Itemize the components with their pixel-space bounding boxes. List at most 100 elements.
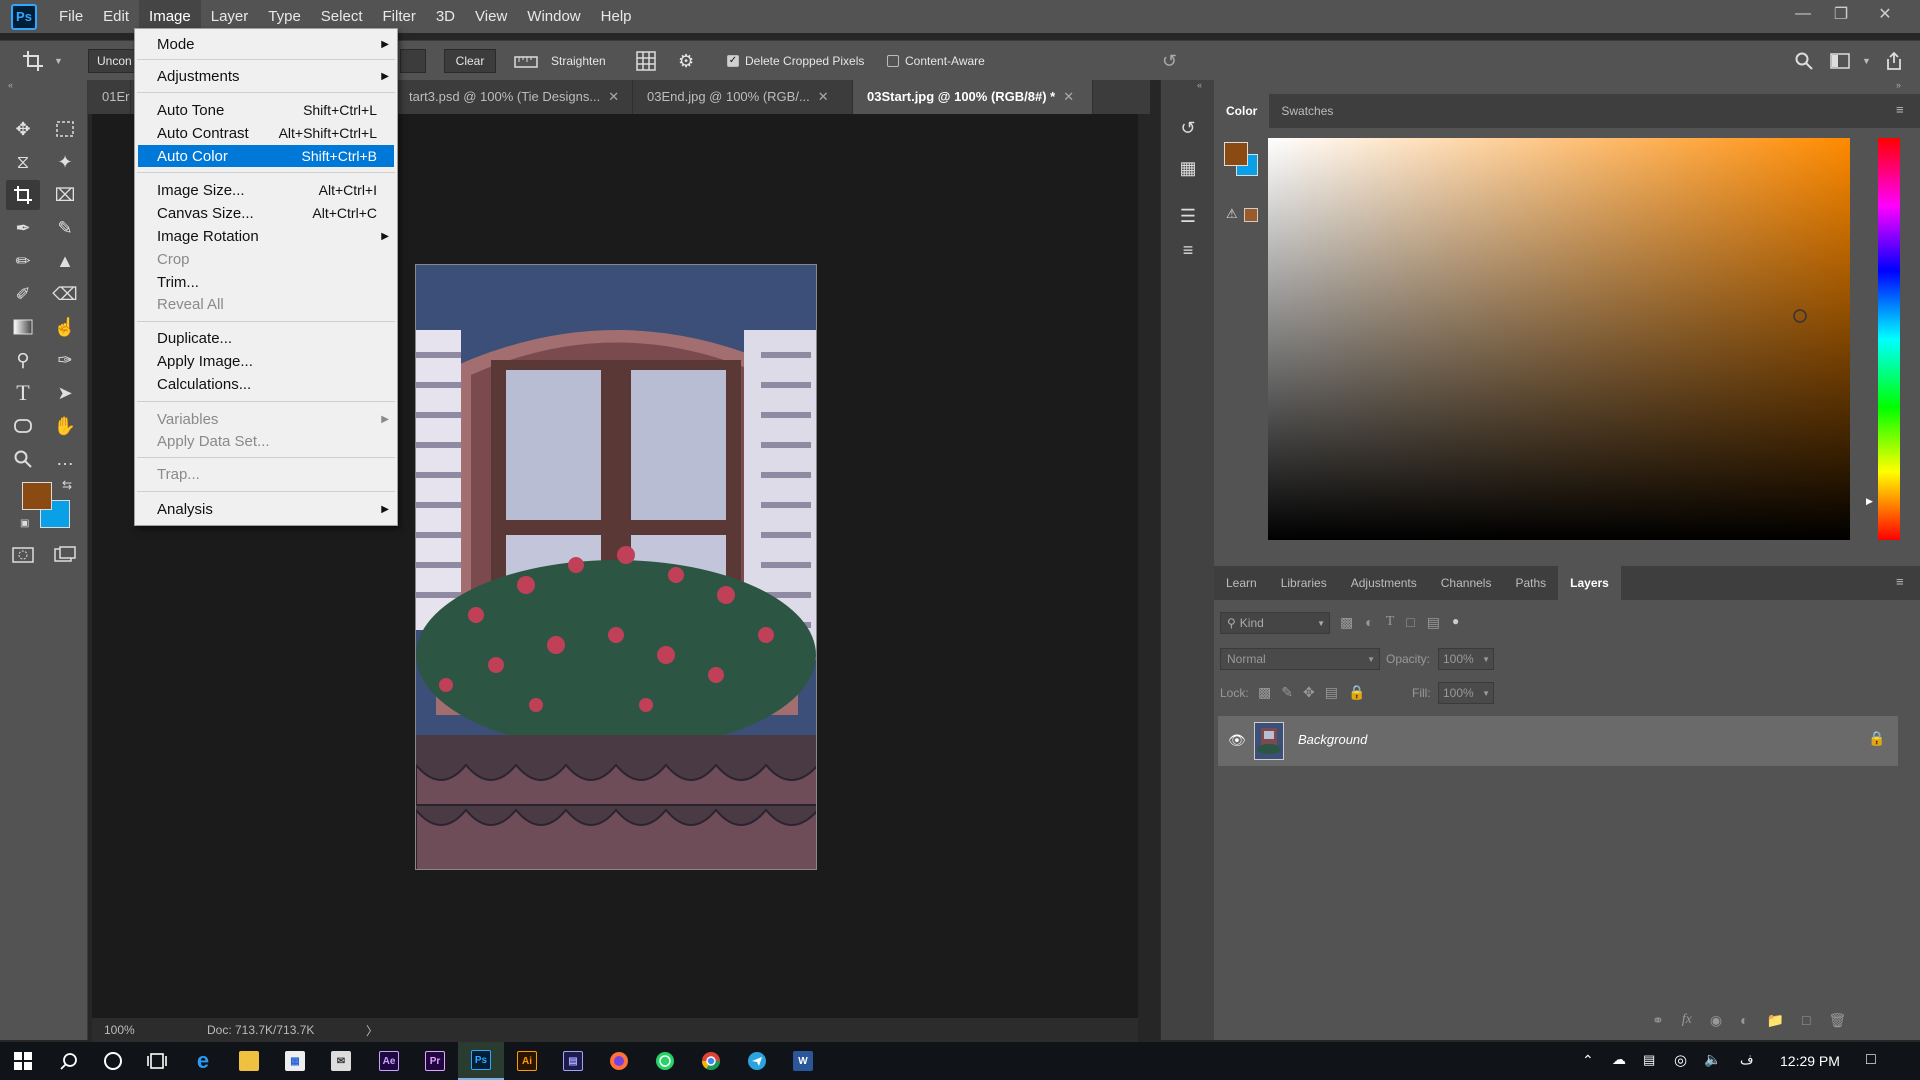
eyedropper-tool-icon[interactable]: ✒ — [6, 213, 40, 243]
filter-smart-object-icon[interactable]: ▤ — [1427, 614, 1440, 631]
menu-item-mode[interactable]: Mode ▶ — [135, 33, 397, 55]
layer-filter-dropdown[interactable]: ⚲ Kind ▼ — [1220, 612, 1330, 634]
layers-panel-menu-icon[interactable]: ≡ — [1896, 574, 1904, 589]
close-tab-icon[interactable]: ✕ — [608, 89, 619, 104]
gradient-tool-icon[interactable] — [6, 312, 40, 342]
zoom-level[interactable]: 100% — [104, 1023, 135, 1037]
new-group-icon[interactable]: 📁 — [1767, 1012, 1784, 1029]
menu-item-canvas-size[interactable]: Canvas Size... Alt+Ctrl+C — [135, 202, 397, 224]
filter-adjustment-icon[interactable]: ◐ — [1365, 614, 1373, 631]
type-tool-icon[interactable]: T — [6, 378, 40, 408]
reset-icon[interactable]: ↺ — [1162, 41, 1177, 81]
path-selection-tool-icon[interactable]: ➤ — [48, 378, 82, 408]
tab-layers[interactable]: Layers — [1558, 566, 1621, 600]
crop-tool-icon[interactable] — [6, 180, 40, 210]
menu-item-auto-contrast[interactable]: Auto Contrast Alt+Shift+Ctrl+L — [135, 122, 397, 144]
lasso-tool-icon[interactable]: ⧖ — [6, 147, 40, 177]
panel-menu-icon[interactable]: ≡ — [1896, 102, 1904, 117]
tab-paths[interactable]: Paths — [1503, 566, 1558, 600]
crop-tool-icon[interactable]: ▼ — [22, 41, 63, 81]
layer-row[interactable]: 👁 Background 🔒 — [1218, 716, 1898, 766]
lock-position-icon[interactable]: ✥ — [1303, 684, 1315, 701]
straighten-label[interactable]: Straighten — [551, 41, 606, 81]
store-icon[interactable]: ▦ — [272, 1042, 318, 1080]
globe-icon[interactable]: ◎ — [1674, 1051, 1687, 1069]
adjustment-layer-icon[interactable]: ◐ — [1740, 1012, 1748, 1029]
lock-transparent-icon[interactable]: ▩ — [1258, 684, 1271, 701]
hue-slider-handle-icon[interactable]: ▶ — [1866, 496, 1873, 507]
cortana-icon[interactable] — [90, 1042, 136, 1080]
network-icon[interactable]: ▤ — [1643, 1052, 1655, 1068]
blend-mode-dropdown[interactable]: Normal ▼ — [1220, 648, 1380, 670]
menu-edit[interactable]: Edit — [93, 0, 139, 33]
menu-help[interactable]: Help — [591, 0, 642, 33]
workspace-chevron-icon[interactable]: ▼ — [1862, 41, 1871, 81]
menu-item-image-size[interactable]: Image Size... Alt+Ctrl+I — [135, 179, 397, 201]
dodge-tool-icon[interactable]: ⚲ — [6, 345, 40, 375]
show-hidden-icons-chevron[interactable]: ⌃ — [1582, 1052, 1594, 1069]
more-tools-icon[interactable]: … — [48, 444, 82, 474]
ratio-height-input[interactable] — [400, 49, 426, 73]
firefox-icon[interactable] — [596, 1042, 642, 1080]
share-icon[interactable] — [1884, 41, 1904, 81]
menu-item-image-rotation[interactable]: Image Rotation ▶ — [135, 225, 397, 247]
new-layer-icon[interactable]: □ — [1802, 1012, 1810, 1029]
clock-time[interactable]: 12:29 PM — [1780, 1053, 1840, 1069]
doc-tab-start3[interactable]: tart3.psd @ 100% (Tie Designs... ✕ — [395, 80, 633, 114]
workspace-icon[interactable] — [1830, 41, 1850, 81]
expand-strip-icon[interactable]: « — [1197, 80, 1202, 90]
tab-adjustments[interactable]: Adjustments — [1339, 566, 1429, 600]
visibility-eye-icon[interactable]: 👁 — [1228, 732, 1246, 749]
media-encoder-icon[interactable]: ▤ — [550, 1042, 596, 1080]
menu-item-trim[interactable]: Trim... — [135, 271, 397, 293]
word-icon[interactable]: W — [780, 1042, 826, 1080]
lock-artboard-icon[interactable]: ▤ — [1325, 684, 1338, 701]
menu-view[interactable]: View — [465, 0, 517, 33]
clear-button[interactable]: Clear — [444, 49, 496, 73]
doc-tab-03end[interactable]: 03End.jpg @ 100% (RGB/... ✕ — [633, 80, 853, 114]
tab-color[interactable]: Color — [1214, 94, 1270, 128]
volume-icon[interactable]: 🔈 — [1704, 1051, 1721, 1068]
history-panel-icon[interactable]: ↺ — [1161, 110, 1215, 146]
collapse-panel-icon[interactable]: « — [8, 80, 13, 90]
layer-lock-icon[interactable]: 🔒 — [1868, 730, 1885, 747]
marquee-tool-icon[interactable] — [48, 114, 82, 144]
doc-tab-01end[interactable]: 01Er — [88, 80, 131, 114]
fill-input[interactable]: 100% ▼ — [1438, 682, 1494, 704]
frame-tool-icon[interactable]: ⌧ — [48, 180, 82, 210]
healing-brush-tool-icon[interactable]: ✎ — [48, 213, 82, 243]
mail-icon[interactable]: ✉ — [318, 1042, 364, 1080]
search-icon[interactable] — [46, 1042, 92, 1080]
menu-item-adjustments[interactable]: Adjustments ▶ — [135, 65, 397, 87]
menu-3d[interactable]: 3D — [426, 0, 465, 33]
layer-effects-icon[interactable]: fx — [1682, 1012, 1692, 1029]
delete-cropped-pixels-checkbox[interactable]: ✓ Delete Cropped Pixels — [727, 41, 864, 81]
menu-item-apply-image[interactable]: Apply Image... — [135, 350, 397, 372]
tab-swatches[interactable]: Swatches — [1269, 94, 1345, 128]
brush-tool-icon[interactable]: ✏ — [6, 246, 40, 276]
eraser-tool-icon[interactable]: ⌫ — [48, 279, 82, 309]
layer-name[interactable]: Background — [1298, 732, 1367, 747]
hand-tool-icon[interactable]: ✋ — [48, 411, 82, 441]
minimize-icon[interactable]: — — [1784, 0, 1822, 28]
screen-mode-icon[interactable] — [54, 546, 76, 564]
grid-overlay-icon[interactable] — [636, 41, 656, 81]
add-mask-icon[interactable]: ◉ — [1710, 1012, 1722, 1029]
hue-slider[interactable] — [1878, 138, 1900, 540]
close-tab-icon[interactable]: ✕ — [818, 89, 829, 104]
content-aware-checkbox[interactable]: Content-Aware — [887, 41, 985, 81]
magic-wand-tool-icon[interactable]: ✦ — [48, 147, 82, 177]
default-colors-icon[interactable]: ▣ — [20, 518, 29, 529]
notification-center-icon[interactable]: □ — [1866, 1051, 1876, 1069]
delete-layer-icon[interactable]: 🗑 — [1828, 1012, 1846, 1029]
close-icon[interactable]: ✕ — [1866, 0, 1904, 28]
history-brush-tool-icon[interactable]: ✐ — [6, 279, 40, 309]
chrome-icon[interactable] — [688, 1042, 734, 1080]
tab-channels[interactable]: Channels — [1429, 566, 1504, 600]
straighten-icon[interactable] — [514, 41, 538, 81]
chevron-down-icon[interactable]: ▼ — [54, 56, 63, 66]
opacity-input[interactable]: 100% ▼ — [1438, 648, 1494, 670]
menu-item-duplicate[interactable]: Duplicate... — [135, 327, 397, 349]
adjust-panel-icon[interactable]: ≡ — [1161, 232, 1215, 268]
edge-browser-icon[interactable]: e — [180, 1042, 226, 1080]
